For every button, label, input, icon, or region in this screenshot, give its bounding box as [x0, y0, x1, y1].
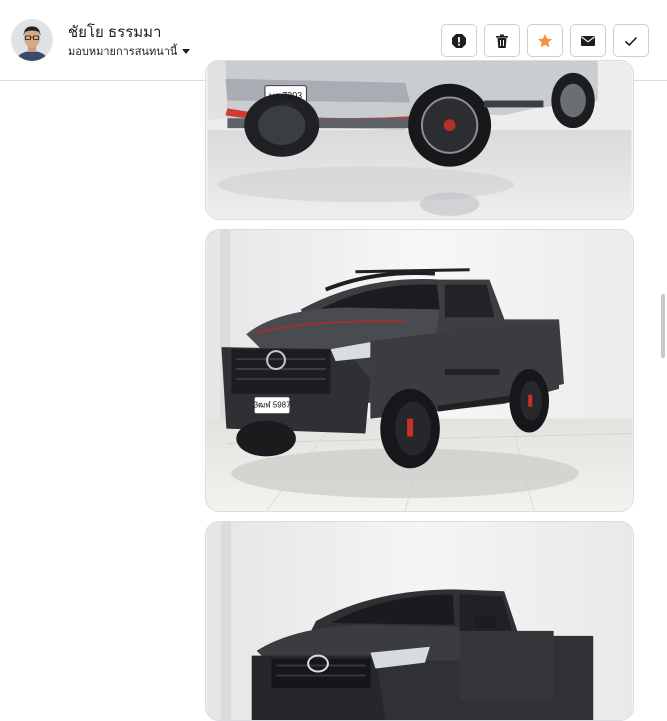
message-image[interactable]: ษร 7303 ชลบุรี: [205, 60, 634, 220]
avatar-image: [11, 19, 53, 61]
mark-unread-button[interactable]: [570, 24, 606, 57]
scrollbar-thumb[interactable]: [661, 294, 665, 358]
delete-button[interactable]: [484, 24, 520, 57]
grey-pickup-photo: 3ฒฬ 5987: [206, 230, 633, 511]
envelope-icon: [581, 35, 595, 46]
avatar[interactable]: [11, 19, 53, 61]
mark-spam-button[interactable]: [441, 24, 477, 57]
license-plate-province: ชลบุรี: [280, 100, 292, 107]
exclamation-octagon-icon: [452, 33, 466, 48]
license-plate-text: ษร 7303: [269, 91, 302, 101]
assign-label: มอบหมายการสนทนานี้: [68, 46, 178, 58]
mark-done-button[interactable]: [613, 24, 649, 57]
license-plate-text: 3ฒฬ 5987: [254, 401, 291, 410]
message-image[interactable]: [205, 521, 634, 721]
check-icon: [624, 36, 638, 46]
assign-conversation-dropdown[interactable]: มอบหมายการสนทนานี้: [68, 42, 191, 60]
scrollbar[interactable]: [658, 81, 667, 689]
message-image[interactable]: 3ฒฬ 5987: [205, 229, 634, 512]
silver-pickup-photo: ษร 7303ชลบุรี: [207, 61, 632, 219]
trash-icon: [496, 34, 508, 48]
black-pickup-photo: [207, 522, 632, 720]
contact-name: ชัยโย ธรรมมา: [68, 24, 162, 41]
star-icon: [538, 33, 552, 47]
caret-down-icon: [182, 49, 191, 54]
star-button[interactable]: [527, 24, 563, 57]
